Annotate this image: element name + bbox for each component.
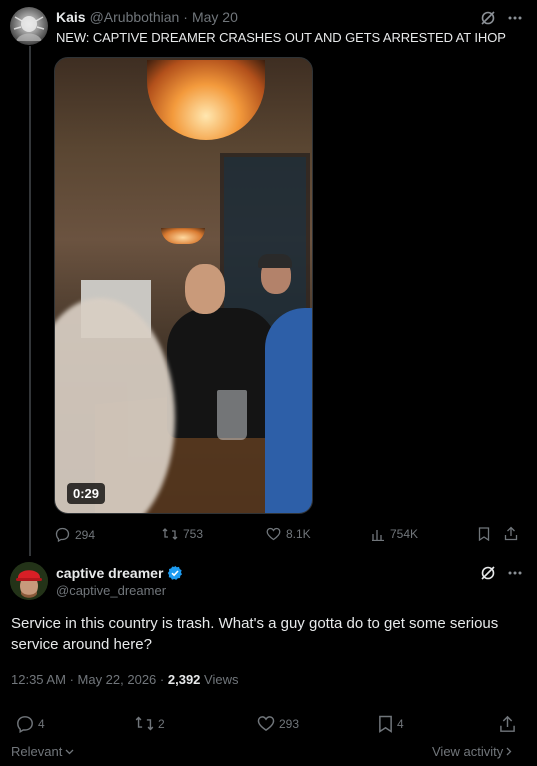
views-count: 754K: [390, 527, 419, 541]
like-icon: [257, 715, 275, 732]
sort-replies-dropdown[interactable]: Relevant: [11, 744, 74, 759]
parent-top-actions: [480, 10, 522, 26]
bookmark-count: 4: [397, 717, 404, 731]
repost-count: 2: [158, 716, 165, 731]
more-icon[interactable]: [508, 16, 522, 20]
share-button[interactable]: [499, 715, 516, 733]
main-tweet-author: captive dreamer: [56, 565, 183, 581]
like-count: 293: [279, 716, 300, 731]
reply-button[interactable]: 294: [55, 527, 95, 542]
video-frame-blue-figure: [265, 308, 312, 513]
like-count: 8.1K: [286, 527, 311, 541]
display-name[interactable]: Kais: [56, 9, 86, 25]
parent-tweet-text: NEW: CAPTIVE DREAMER CRASHES OUT AND GET…: [56, 30, 506, 45]
share-icon: [504, 526, 518, 541]
video-duration-badge: 0:29: [67, 483, 106, 504]
video-frame-lamp: [147, 60, 265, 140]
thread-connector-line: [29, 46, 31, 556]
video-frame-blurred-foreground: [55, 298, 175, 513]
tweet-time[interactable]: 12:35 AM: [11, 672, 66, 687]
sort-label: Relevant: [11, 744, 63, 759]
verified-badge-icon: [167, 565, 183, 581]
reply-count: 294: [75, 527, 96, 542]
separator-dot: ·: [183, 9, 188, 25]
more-icon[interactable]: [508, 571, 522, 575]
main-tweet-text: Service in this country is trash. What's…: [11, 615, 499, 653]
repost-button[interactable]: 753: [162, 527, 203, 541]
repost-icon: [135, 715, 154, 732]
views-label: Views: [204, 672, 239, 687]
chevron-right-icon: [506, 747, 512, 756]
user-handle[interactable]: @captive_dreamer: [56, 583, 166, 598]
video-player[interactable]: 0:29: [54, 57, 313, 514]
avatar[interactable]: [10, 7, 48, 45]
bookmark-button[interactable]: 4: [378, 715, 404, 733]
like-icon: [266, 527, 281, 541]
main-action-bar: 4 2 293 4: [0, 715, 537, 735]
repost-count: 753: [183, 527, 204, 541]
parent-tweet-header: Kais @Arubbothian · May 20: [56, 9, 238, 25]
grok-icon[interactable]: [480, 10, 496, 26]
chevron-down-icon: [65, 749, 74, 755]
bookmark-button[interactable]: [478, 527, 490, 541]
tweet-date[interactable]: May 22, 2026: [78, 672, 157, 687]
bookmark-icon: [478, 527, 490, 541]
share-icon: [499, 715, 516, 733]
video-frame-lamp-small: [161, 228, 205, 244]
tweet-date[interactable]: May 20: [192, 9, 238, 25]
video-frame-window: [220, 153, 310, 333]
tweet-meta: 12:35 AM · May 22, 2026 · 2,392 Views: [11, 672, 239, 687]
reply-count: 4: [38, 717, 45, 731]
view-activity-label: View activity: [432, 744, 504, 759]
share-button[interactable]: [504, 526, 518, 541]
avatar[interactable]: [10, 562, 48, 600]
views-icon: [371, 528, 385, 541]
video-frame-cap: [258, 254, 292, 268]
parent-action-bar: 294 753 8.1K 754K: [0, 525, 537, 545]
repost-icon: [162, 527, 178, 541]
views-button[interactable]: 754K: [371, 527, 418, 541]
view-activity-link[interactable]: View activity: [432, 744, 512, 759]
user-handle[interactable]: @Arubbothian: [90, 9, 180, 25]
bookmark-icon: [378, 715, 393, 733]
grok-icon[interactable]: [480, 565, 496, 581]
display-name[interactable]: captive dreamer: [56, 565, 163, 581]
video-frame-person-head: [185, 264, 225, 314]
repost-button[interactable]: 2: [135, 715, 165, 732]
like-button[interactable]: 8.1K: [266, 527, 311, 541]
video-frame-glass: [217, 390, 247, 440]
reply-icon: [16, 715, 34, 733]
main-top-actions: [480, 565, 522, 581]
reply-icon: [55, 527, 70, 542]
like-button[interactable]: 293: [257, 715, 299, 732]
views-count: 2,392: [167, 672, 201, 687]
reply-button[interactable]: 4: [16, 715, 45, 733]
